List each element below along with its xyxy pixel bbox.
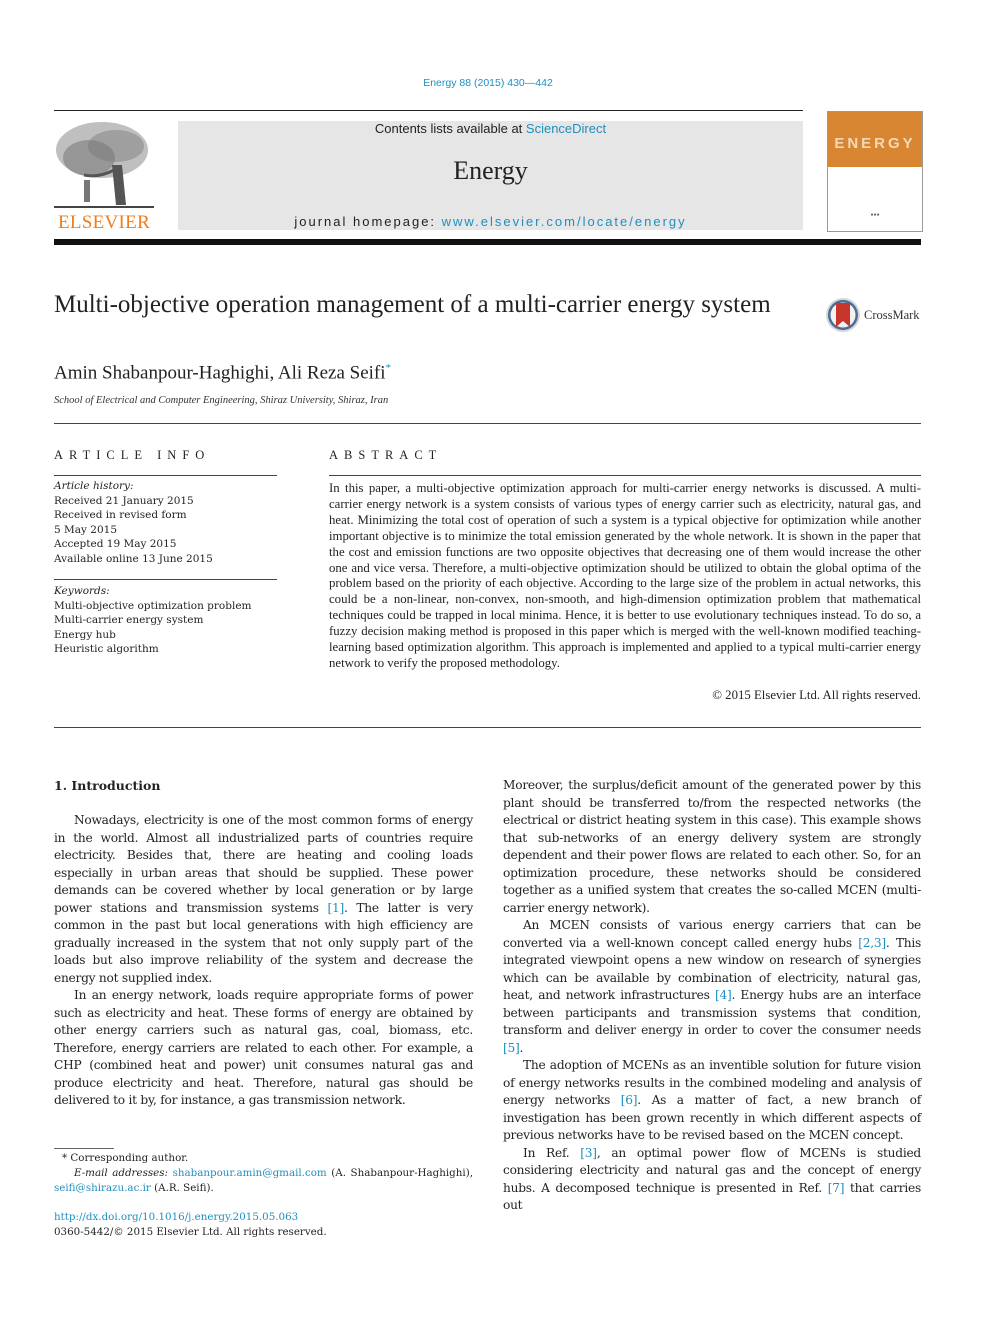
citation-link[interactable]: [4] xyxy=(715,988,732,1002)
contents-line: Contents lists available at ScienceDirec… xyxy=(178,121,803,136)
cover-footer: ●●● xyxy=(870,212,880,218)
citation-link[interactable]: [1] xyxy=(328,901,345,915)
body-left-column: Nowadays, electricity is one of the most… xyxy=(54,812,473,1110)
citation-link[interactable]: [2,3] xyxy=(858,936,886,950)
paragraph-text: In Ref. xyxy=(523,1145,581,1160)
paragraph-text: Moreover, the surplus/deficit amount of … xyxy=(503,778,921,915)
section-heading-introduction: 1. Introduction xyxy=(54,778,161,793)
email-owner: (A. Shabanpour-Haghighi), xyxy=(326,1167,473,1179)
elsevier-logo[interactable]: ELSEVIER xyxy=(54,120,154,233)
footnotes: * Corresponding author. E-mail addresses… xyxy=(54,1151,473,1196)
paragraph: An MCEN consists of various energy carri… xyxy=(503,917,921,1057)
journal-masthead: Contents lists available at ScienceDirec… xyxy=(178,121,803,230)
journal-homepage: journal homepage: www.elsevier.com/locat… xyxy=(178,214,803,229)
elsevier-tree-icon xyxy=(54,120,154,212)
article-title: Multi-objective operation management of … xyxy=(54,291,771,318)
crossmark-icon xyxy=(826,298,860,332)
journal-name: Energy xyxy=(453,156,528,185)
history-item: Received 21 January 2015 xyxy=(54,494,194,507)
keyword: Multi-objective optimization problem xyxy=(54,599,252,612)
paragraph-text: Nowadays, electricity is one of the most… xyxy=(54,813,473,915)
paragraph: In Ref. [3], an optimal power flow of MC… xyxy=(503,1145,921,1215)
sciencedirect-link[interactable]: ScienceDirect xyxy=(526,121,606,136)
paragraph-text: In an energy network, loads require appr… xyxy=(54,988,473,1107)
abstract-heading: ABSTRACT xyxy=(329,448,443,462)
journal-reference[interactable]: Energy 88 (2015) 430—442 xyxy=(0,77,976,89)
issn-copyright: 0360-5442/© 2015 Elsevier Ltd. All right… xyxy=(54,1226,327,1238)
email-owner: (A.R. Seifi). xyxy=(150,1182,214,1194)
paragraph-text: . xyxy=(519,1040,524,1055)
keywords-label: Keywords: xyxy=(54,585,110,597)
doi-link[interactable]: http://dx.doi.org/10.1016/j.energy.2015.… xyxy=(54,1210,327,1225)
cover-title: ENERGY xyxy=(834,135,916,152)
doi-block: http://dx.doi.org/10.1016/j.energy.2015.… xyxy=(54,1210,327,1240)
history-item: Accepted 19 May 2015 xyxy=(54,538,177,550)
footnote-rule xyxy=(54,1148,114,1149)
affiliation: School of Electrical and Computer Engine… xyxy=(54,395,389,406)
homepage-link[interactable]: www.elsevier.com/locate/energy xyxy=(442,214,687,229)
abstract-copyright: © 2015 Elsevier Ltd. All rights reserved… xyxy=(712,688,921,702)
citation-link[interactable]: [6] xyxy=(621,1093,638,1107)
history-label: Article history: xyxy=(54,480,134,492)
email-addresses: E-mail addresses: shabanpour.amin@gmail.… xyxy=(54,1166,473,1196)
authors: Amin Shabanpour-Haghighi, Ali Reza Seifi xyxy=(54,362,386,384)
paragraph: The adoption of MCENs as an inventible s… xyxy=(503,1057,921,1145)
paragraph: In an energy network, loads require appr… xyxy=(54,987,473,1110)
masthead-rule xyxy=(54,239,921,245)
title-block-rule xyxy=(54,423,921,424)
paragraph: Moreover, the surplus/deficit amount of … xyxy=(503,777,921,917)
keyword: Multi-carrier energy system xyxy=(54,614,204,626)
crossmark-label: CrossMark xyxy=(864,308,920,322)
keyword: Heuristic algorithm xyxy=(54,643,159,655)
journal-cover-thumbnail[interactable]: ENERGY ●●● xyxy=(827,111,923,232)
history-item: Available online 13 June 2015 xyxy=(54,552,213,565)
email-link[interactable]: shabanpour.amin@gmail.com xyxy=(173,1167,327,1179)
article-info-heading: ARTICLE INFO xyxy=(54,448,211,462)
corresponding-author-note: * Corresponding author. xyxy=(62,1152,189,1164)
elsevier-wordmark: ELSEVIER xyxy=(57,212,151,233)
history-item: Received in revised form xyxy=(54,509,187,521)
abstract-rule xyxy=(329,475,921,476)
crossmark-button[interactable]: CrossMark xyxy=(825,297,925,335)
abstract-text: In this paper, a multi-objective optimiz… xyxy=(329,481,921,670)
citation-link[interactable]: [7] xyxy=(828,1181,845,1195)
header-rule xyxy=(54,110,803,111)
citation-link[interactable]: [5] xyxy=(503,1041,520,1055)
contents-prefix: Contents lists available at xyxy=(374,121,526,136)
keywords: Keywords: Multi-objective optimization p… xyxy=(54,584,277,657)
keyword: Energy hub xyxy=(54,628,116,641)
homepage-label: journal homepage: xyxy=(294,214,442,229)
citation-link[interactable]: [3] xyxy=(580,1146,597,1160)
abstract-end-rule xyxy=(54,727,921,728)
email-link[interactable]: seifi@shirazu.ac.ir xyxy=(54,1182,151,1194)
email-label: E-mail addresses: xyxy=(74,1167,173,1179)
keywords-rule xyxy=(54,579,277,580)
corresponding-author-mark[interactable]: * xyxy=(386,362,392,374)
article-history: Article history: Received 21 January 201… xyxy=(54,479,277,566)
paragraph: Nowadays, electricity is one of the most… xyxy=(54,812,473,987)
history-item: 5 May 2015 xyxy=(54,523,118,536)
article-info-rule xyxy=(54,475,277,476)
author-list: Amin Shabanpour-Haghighi, Ali Reza Seifi… xyxy=(54,362,391,384)
body-right-column: Moreover, the surplus/deficit amount of … xyxy=(503,777,921,1215)
